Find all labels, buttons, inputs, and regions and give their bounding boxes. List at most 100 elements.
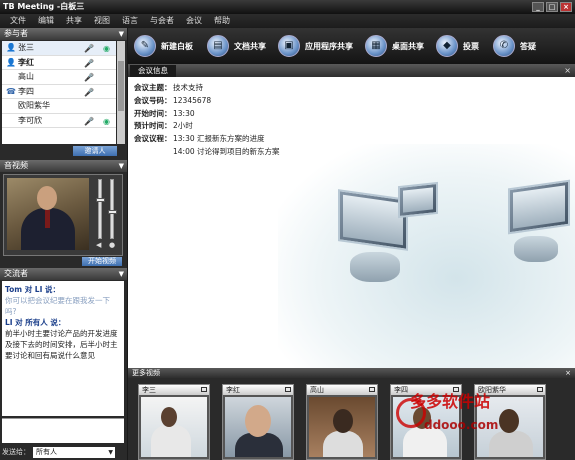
menu-file[interactable]: 文件 bbox=[4, 14, 32, 28]
detail-row: 预计时间： 2小时 bbox=[134, 121, 193, 131]
camera-icon[interactable]: ◉ bbox=[103, 117, 110, 126]
detail-row: 开始时间： 13:30 bbox=[134, 108, 195, 118]
person-icon bbox=[6, 72, 15, 81]
video-tile-title: 李红 bbox=[223, 385, 293, 395]
video-tile[interactable]: 李三 bbox=[138, 384, 210, 460]
collapse-arrow-icon[interactable]: ▼ bbox=[119, 268, 124, 280]
chat-input[interactable] bbox=[2, 418, 124, 443]
maximize-icon[interactable] bbox=[369, 387, 375, 392]
video-feed bbox=[141, 397, 207, 457]
desktop-share-button[interactable]: ▦ 桌面共享 bbox=[365, 35, 424, 57]
microphone-icon[interactable]: 🎤 bbox=[84, 59, 94, 68]
chat-message: 你可以把会议纪要在跟我发一下吗? bbox=[5, 296, 110, 316]
phone-icon: ☎ bbox=[6, 86, 16, 96]
document-share-icon: ▤ bbox=[207, 35, 229, 57]
participant-name: 高山 bbox=[18, 72, 34, 82]
app-share-icon: ▣ bbox=[278, 35, 300, 57]
microphone-icon[interactable]: 🎤 bbox=[84, 117, 94, 126]
chat-sender: LI 对 所有人 说： bbox=[5, 318, 66, 327]
main-toolbar: ✎ 新建白板 ▤ 文档共享 ▣ 应用程序共享 ▦ 桌面共享 ◆ 投票 ✆ 答疑 bbox=[128, 28, 575, 64]
participant-row[interactable]: 👤 李红 🎤 bbox=[2, 56, 116, 70]
qa-button[interactable]: ✆ 答疑 bbox=[493, 35, 536, 57]
participant-name: 李四 bbox=[18, 86, 34, 96]
invite-button[interactable]: 邀请人 bbox=[73, 146, 117, 156]
new-whiteboard-button[interactable]: ✎ 新建白板 bbox=[134, 35, 193, 57]
collapse-arrow-icon[interactable]: ▼ bbox=[119, 28, 124, 40]
desktop-share-icon: ▦ bbox=[365, 35, 387, 57]
close-icon[interactable]: × bbox=[564, 64, 571, 77]
menu-view[interactable]: 视图 bbox=[88, 14, 116, 28]
participant-scrollbar[interactable] bbox=[117, 41, 125, 144]
meeting-info-tabbar: 会议信息 × bbox=[128, 64, 575, 77]
participant-name: 欧阳紫华 bbox=[18, 101, 50, 111]
vote-icon: ◆ bbox=[436, 35, 458, 57]
close-button[interactable]: × bbox=[560, 2, 572, 12]
menu-share[interactable]: 共享 bbox=[60, 14, 88, 28]
maximize-icon[interactable] bbox=[537, 387, 543, 392]
window-titlebar: TB Meeting -白板三 _ □ × bbox=[0, 0, 575, 14]
tab-meeting-info[interactable]: 会议信息 bbox=[130, 65, 176, 77]
send-to-row: 发送给： 所有人 ▼ bbox=[2, 446, 124, 458]
detail-row: 会议号码： 12345678 bbox=[134, 95, 212, 105]
chat-sender: Tom 对 LI 说： bbox=[5, 285, 60, 294]
maximize-icon[interactable] bbox=[201, 387, 207, 392]
microphone-icon[interactable]: 🎤 bbox=[84, 73, 94, 82]
meeting-info-panel: 会议信息 × 会议主题： 技术支持 会议号码： 12345678 开始时间： 13:3… bbox=[128, 64, 575, 368]
video-header: 音视频 ▼ bbox=[0, 160, 127, 172]
detail-row: 会议议程： 13:30 汇报新东方案的进度 bbox=[134, 134, 265, 144]
left-panel: 参与者 ▼ 👤 张三 🎤 ◉ 👤 李红 🎤 高山 🎤 ☎ 李四 🎤 欧阳紫华 李… bbox=[0, 28, 127, 460]
speaker-icon[interactable]: ◀ bbox=[96, 241, 101, 249]
microphone-icon[interactable]: 🎤 bbox=[84, 88, 94, 97]
speaker-volume-slider[interactable] bbox=[96, 179, 105, 239]
maximize-icon[interactable] bbox=[285, 387, 291, 392]
qa-icon: ✆ bbox=[493, 35, 515, 57]
menu-edit[interactable]: 编辑 bbox=[32, 14, 60, 28]
minimize-button[interactable]: _ bbox=[532, 2, 544, 12]
participant-name: 张三 bbox=[18, 43, 34, 53]
send-to-label: 发送给： bbox=[2, 448, 30, 456]
menu-help[interactable]: 帮助 bbox=[208, 14, 236, 28]
send-to-select[interactable]: 所有人 ▼ bbox=[33, 446, 115, 458]
chat-header: 交流者 ▼ bbox=[0, 268, 127, 280]
menu-attendees[interactable]: 与会者 bbox=[144, 14, 180, 28]
participant-row[interactable]: 李可欣 🎤 ◉ bbox=[2, 114, 116, 128]
maximize-button[interactable]: □ bbox=[546, 2, 558, 12]
video-tile[interactable]: 高山 bbox=[306, 384, 378, 460]
more-video-panel: 更多视频 × 李三 李红 高山 李四 欧阳紫华 bbox=[128, 368, 575, 460]
participant-row[interactable]: ☎ 李四 🎤 bbox=[2, 85, 116, 99]
person-icon bbox=[6, 101, 15, 110]
window-controls: _ □ × bbox=[532, 2, 572, 12]
meeting-details: 会议主题： 技术支持 会议号码： 12345678 开始时间： 13:30 预计时间：… bbox=[134, 82, 280, 159]
volume-sliders: ◀ ● bbox=[94, 179, 120, 249]
participant-row[interactable]: 👤 张三 🎤 ◉ bbox=[2, 41, 116, 56]
menu-meeting[interactable]: 会议 bbox=[180, 14, 208, 28]
mic-volume-slider[interactable] bbox=[108, 179, 117, 239]
video-feed bbox=[225, 397, 291, 457]
document-share-button[interactable]: ▤ 文档共享 bbox=[207, 35, 266, 57]
chevron-down-icon: ▼ bbox=[108, 448, 113, 456]
menu-language[interactable]: 语言 bbox=[116, 14, 144, 28]
start-video-button[interactable]: 开始视频 bbox=[82, 257, 122, 266]
participant-name: 李红 bbox=[18, 57, 34, 67]
participant-name: 李可欣 bbox=[18, 115, 42, 125]
participants-panel: 参与者 ▼ 👤 张三 🎤 ◉ 👤 李红 🎤 高山 🎤 ☎ 李四 🎤 欧阳紫华 李… bbox=[0, 28, 127, 158]
detail-row: 14:00 讨论得到项目的新东方案 bbox=[173, 146, 280, 156]
person-icon bbox=[6, 116, 15, 125]
app-share-button[interactable]: ▣ 应用程序共享 bbox=[278, 35, 353, 57]
collapse-arrow-icon[interactable]: ▼ bbox=[119, 160, 124, 172]
vote-button[interactable]: ◆ 投票 bbox=[436, 35, 479, 57]
watermark-url: ddooo.com bbox=[424, 418, 499, 432]
chat-log: Tom 对 LI 说： 你可以把会议纪要在跟我发一下吗? LI 对 所有人 说：… bbox=[2, 281, 124, 416]
video-tile[interactable]: 李红 bbox=[222, 384, 294, 460]
background-illustration bbox=[278, 144, 575, 368]
video-feed bbox=[309, 397, 375, 457]
participants-header: 参与者 ▼ bbox=[0, 28, 127, 40]
participant-row[interactable]: 高山 🎤 bbox=[2, 70, 116, 85]
microphone-icon[interactable]: 🎤 bbox=[84, 44, 94, 53]
mic-icon[interactable]: ● bbox=[109, 241, 115, 249]
camera-icon[interactable]: ◉ bbox=[103, 44, 110, 53]
local-video: ◀ ● bbox=[3, 174, 123, 256]
close-icon[interactable]: × bbox=[565, 368, 571, 378]
scrollbar-thumb[interactable] bbox=[118, 61, 124, 111]
participant-row[interactable]: 欧阳紫华 bbox=[2, 99, 116, 114]
